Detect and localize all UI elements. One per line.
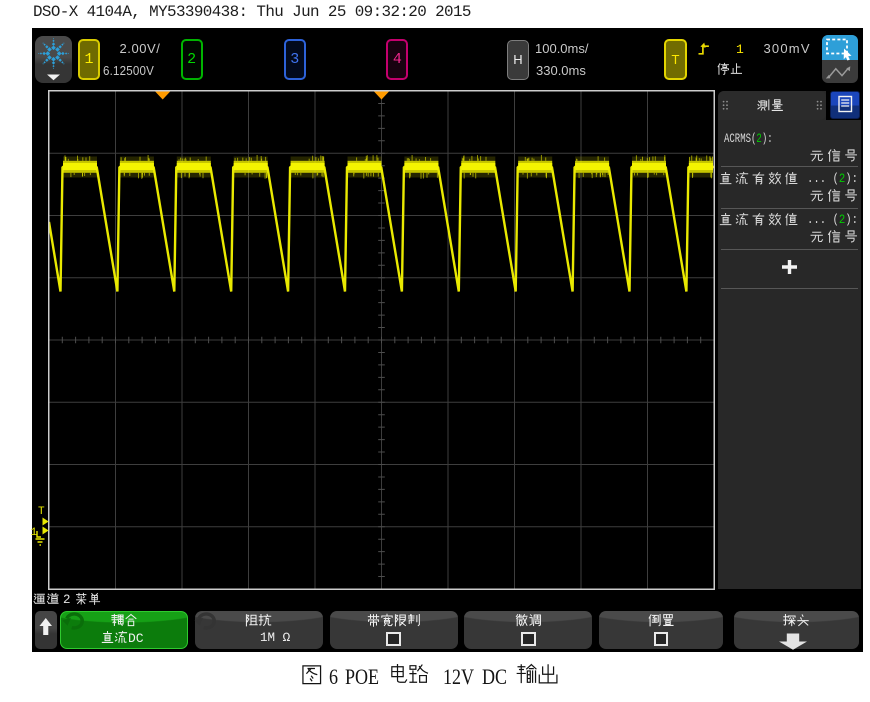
svg-text:T: T [38, 506, 45, 518]
